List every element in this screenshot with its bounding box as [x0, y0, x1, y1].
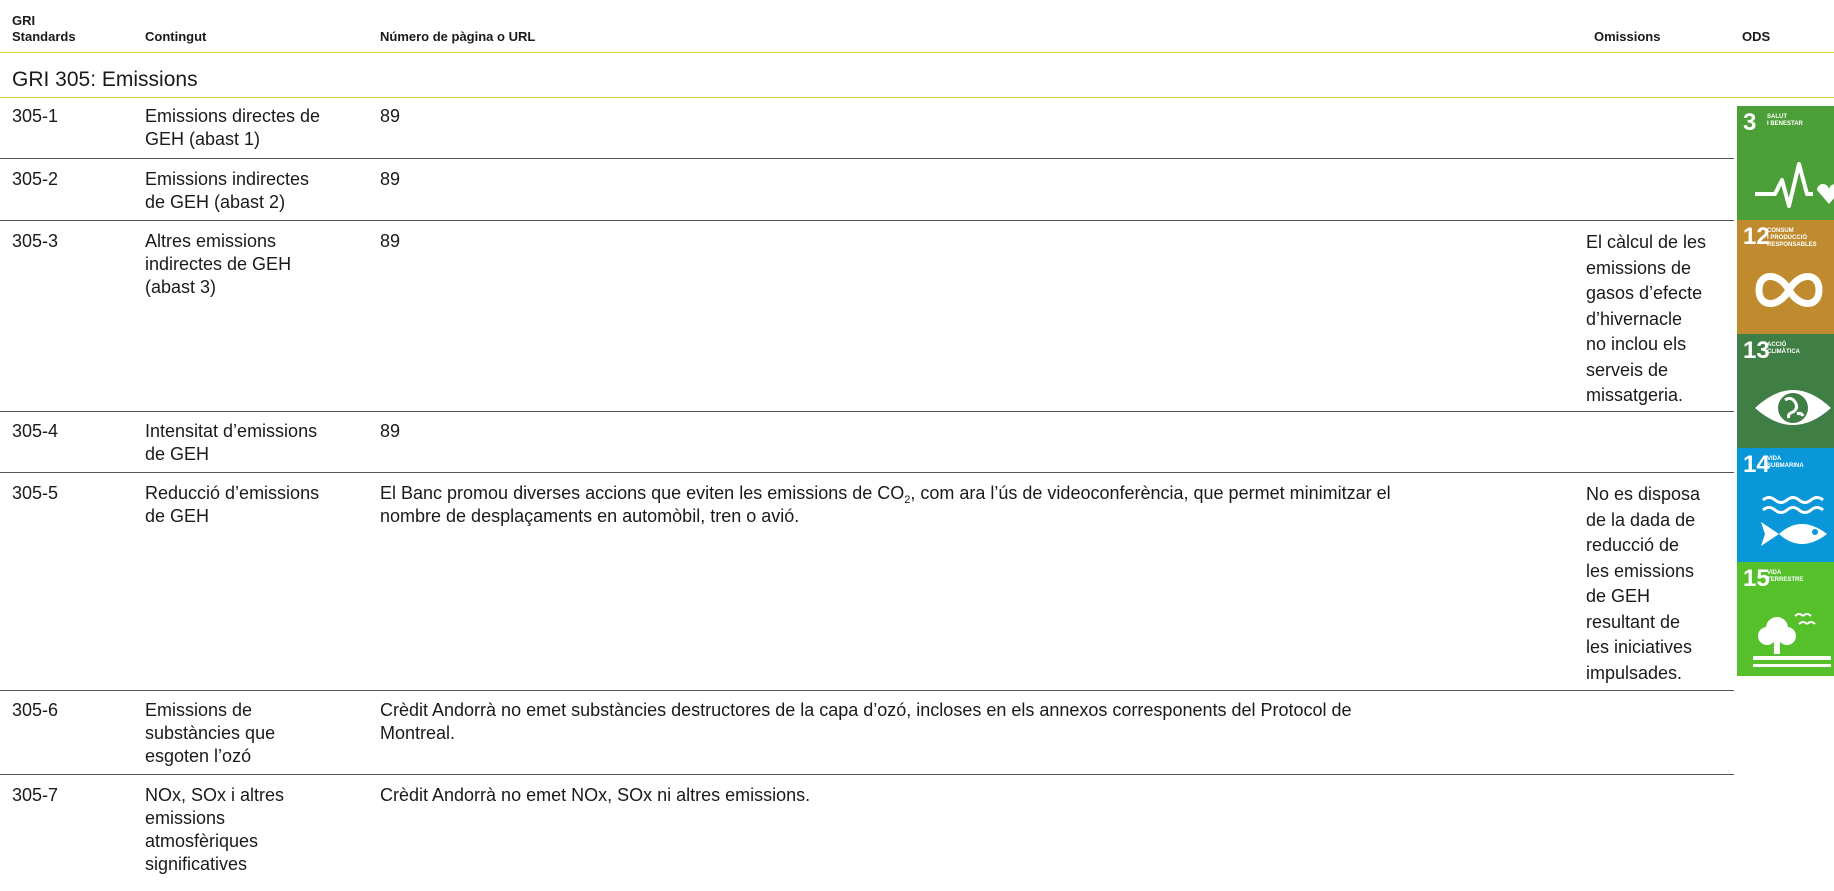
- header-col-gri-standards: GRI Standards: [12, 13, 76, 45]
- content-line: Intensitat d’emissions: [145, 421, 318, 441]
- row-divider: [0, 690, 1734, 691]
- content-line: Emissions directes de: [145, 106, 321, 126]
- omission-line: resultant de: [1586, 611, 1681, 632]
- content-line: NOx, SOx i altres: [145, 785, 285, 805]
- content-line: indirectes de GEH: [145, 254, 292, 274]
- row-omission: No es disposa de la dada de reducció de …: [1586, 482, 1700, 686]
- content-line: de GEH (abast 2): [145, 192, 286, 212]
- omission-line: serveis de: [1586, 359, 1669, 380]
- header-col-ods: ODS: [1742, 29, 1771, 44]
- row-code: 305-1: [12, 106, 59, 126]
- header-standards-label: Standards: [12, 29, 76, 44]
- omission-line: d’hivernacle: [1586, 308, 1683, 329]
- page-line: nombre de desplaçaments en automòbil, tr…: [380, 506, 800, 526]
- row-code: 305-7: [12, 785, 59, 805]
- content-line: significatives: [145, 854, 248, 874]
- content-line: de GEH: [145, 506, 210, 526]
- page-line: Crèdit Andorrà no emet NOx, SOx ni altre…: [380, 785, 811, 805]
- tree-icon: [1753, 613, 1831, 667]
- content-line: atmosfèriques: [145, 831, 259, 851]
- row-page: El Banc promou diverses accions que evit…: [380, 482, 1391, 528]
- sdg-tile-12: 12 Consum i producció responsables: [1737, 220, 1834, 334]
- omission-line: No es disposa: [1586, 484, 1701, 504]
- page-line: El Banc promou diverses accions que evit…: [380, 482, 1391, 506]
- content-line: Emissions de: [145, 700, 253, 720]
- page-text: , com ara l’ús de videoconferència, que …: [910, 483, 1391, 503]
- omission-line: de la dada de: [1586, 509, 1696, 530]
- omission-line: impulsades.: [1586, 662, 1683, 683]
- row-divider: [0, 220, 1734, 221]
- content-line: esgoten l’ozó: [145, 746, 252, 766]
- row-divider: [0, 411, 1734, 412]
- sdg-tile-14: 14 Vida submarina: [1737, 448, 1834, 562]
- row-content: NOx, SOx i altres emissions atmosfèrique…: [145, 784, 284, 876]
- row-code: 305-2: [12, 169, 59, 189]
- row-divider: [0, 158, 1734, 159]
- heartbeat-icon: [1755, 162, 1834, 208]
- row-page: 89: [380, 231, 401, 251]
- section-title: GRI 305: Emissions: [12, 68, 198, 91]
- omission-line: no inclou els: [1586, 334, 1687, 354]
- omission-line: les emissions: [1586, 560, 1695, 581]
- header-col-page-url: Número de pàgina o URL: [380, 29, 536, 44]
- content-line: de GEH: [145, 444, 210, 464]
- row-code: 305-6: [12, 700, 59, 720]
- row-page: Crèdit Andorrà no emet substàncies destr…: [380, 699, 1352, 745]
- content-line: emissions: [145, 808, 226, 828]
- omission-line: de GEH: [1586, 586, 1651, 606]
- row-omission: El càlcul de les emissions de gasos d’ef…: [1586, 230, 1706, 409]
- content-line: Altres emissions: [145, 231, 277, 251]
- infinity-icon: [1755, 273, 1823, 307]
- header-divider: [0, 52, 1834, 53]
- row-content: Intensitat d’emissions de GEH: [145, 420, 317, 466]
- row-code: 305-3: [12, 231, 59, 251]
- eye-globe-icon: [1755, 390, 1831, 425]
- row-content: Emissions de substàncies que esgoten l’o…: [145, 699, 275, 768]
- omission-line: reducció de: [1586, 535, 1680, 555]
- row-page: Crèdit Andorrà no emet NOx, SOx ni altre…: [380, 784, 810, 807]
- header-col-contingut: Contingut: [145, 29, 207, 44]
- row-code: 305-5: [12, 483, 59, 503]
- omission-line: emissions de: [1586, 257, 1692, 278]
- omission-line: les iniciatives: [1586, 637, 1693, 657]
- omission-line: gasos d’efecte: [1586, 283, 1703, 303]
- row-code: 305-4: [12, 421, 59, 441]
- content-line: (abast 3): [145, 277, 217, 297]
- row-content: Emissions directes de GEH (abast 1): [145, 105, 320, 151]
- page-line: Crèdit Andorrà no emet substàncies destr…: [380, 700, 1352, 720]
- sdg-tile-13: 13 Acció climàtica: [1737, 334, 1834, 448]
- omission-line: missatgeria.: [1586, 385, 1684, 405]
- row-page: 89: [380, 169, 401, 189]
- row-page: 89: [380, 421, 401, 441]
- content-line: GEH (abast 1): [145, 129, 261, 149]
- header-col-omissions: Omissions: [1594, 29, 1661, 44]
- content-line: substàncies que: [145, 723, 276, 743]
- row-content: Emissions indirectes de GEH (abast 2): [145, 168, 309, 214]
- row-divider: [0, 774, 1734, 775]
- row-content: Reducció d’emissions de GEH: [145, 482, 319, 528]
- sdg-tile-15: 15 Vida terrestre: [1737, 562, 1834, 676]
- omission-line: El càlcul de les: [1586, 232, 1707, 252]
- content-line: Emissions indirectes: [145, 169, 310, 189]
- row-content: Altres emissions indirectes de GEH (abas…: [145, 230, 291, 299]
- fish-icon: [1761, 496, 1827, 546]
- sdg-tile-3: 3 Salut i benestar: [1737, 106, 1834, 220]
- header-gri-label: GRI: [12, 13, 36, 28]
- row-page: 89: [380, 106, 401, 126]
- content-line: Reducció d’emissions: [145, 483, 320, 503]
- row-divider: [0, 472, 1734, 473]
- section-divider: [0, 97, 1834, 98]
- page-line: Montreal.: [380, 723, 456, 743]
- page-text: El Banc promou diverses accions que evit…: [380, 483, 905, 503]
